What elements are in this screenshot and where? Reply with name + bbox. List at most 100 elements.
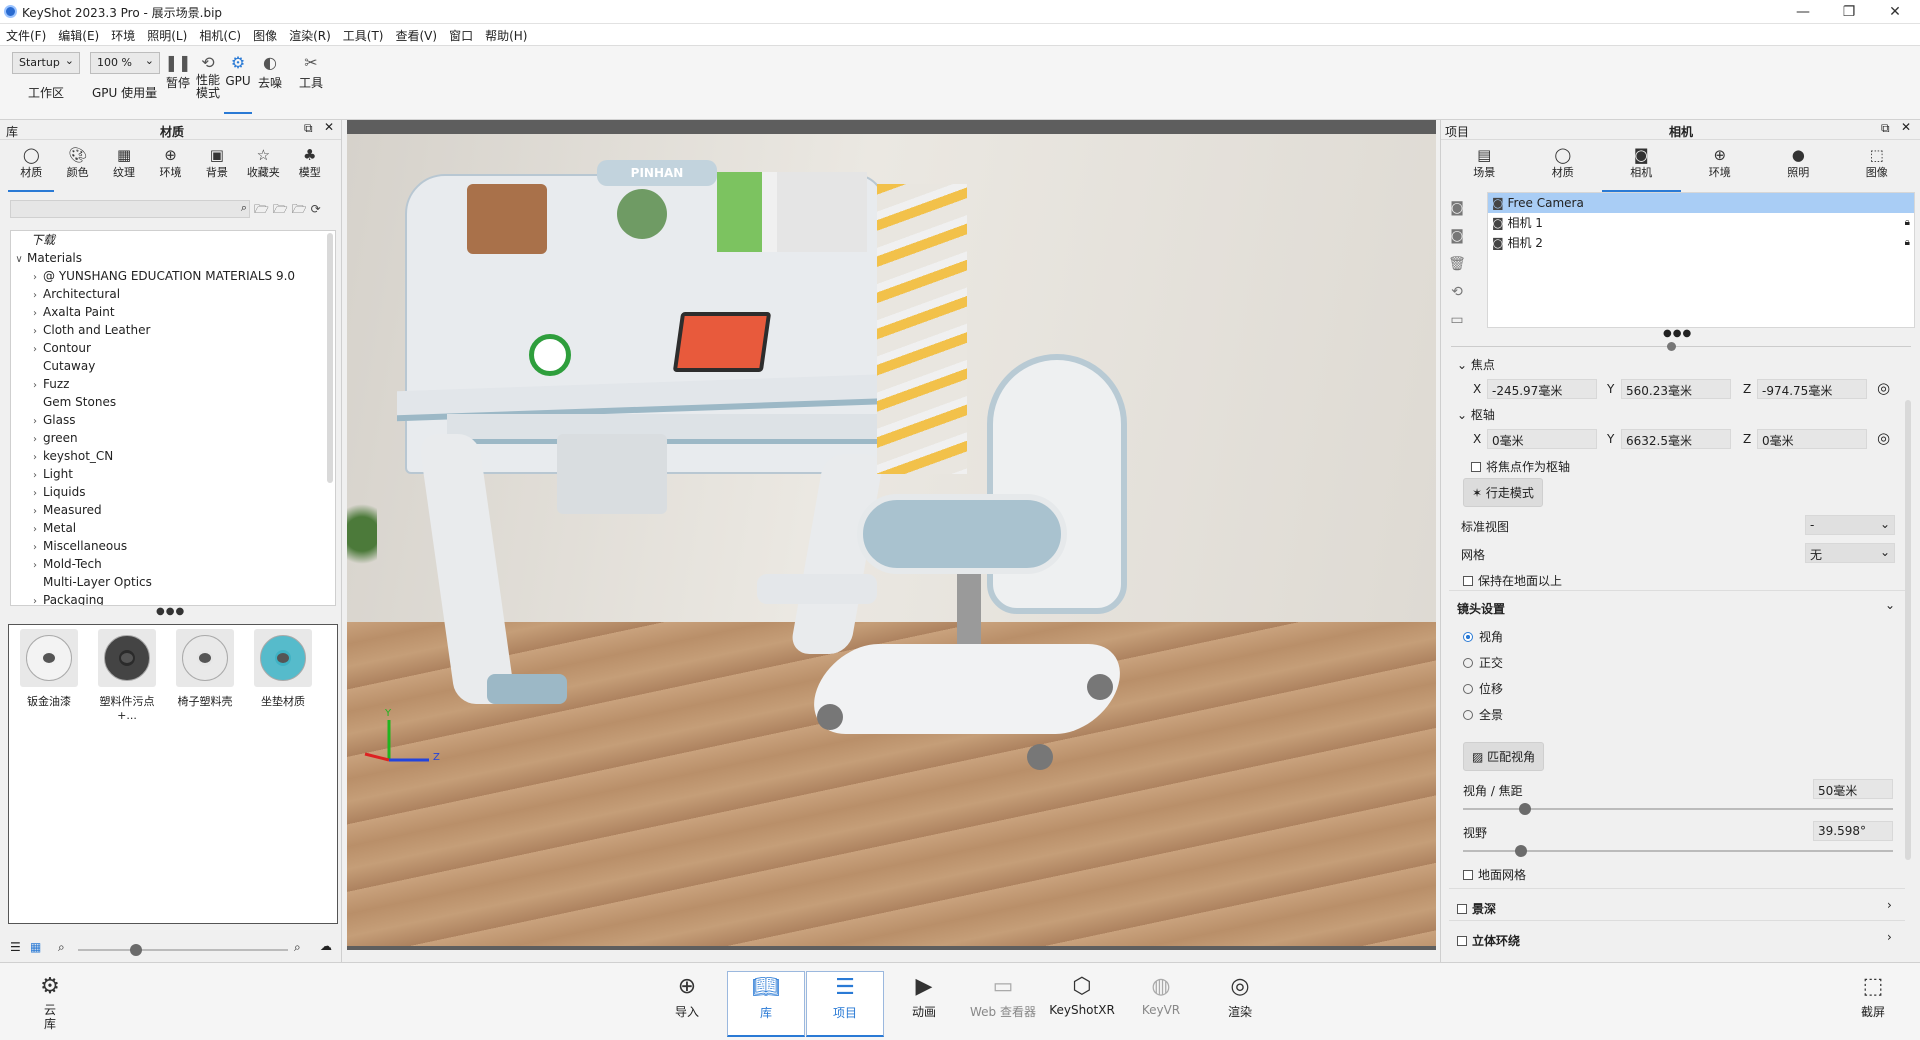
cloud-library-button[interactable]: ⚙ 云库	[12, 971, 88, 1037]
tree-item[interactable]: › @ YUNSHANG EDUCATION MATERIALS 9.0	[27, 267, 335, 285]
tree-item[interactable]: › Measured	[27, 501, 335, 519]
minimize-button[interactable]: —	[1780, 0, 1826, 24]
camera-item[interactable]: ◙ 相机 1 🔒︎	[1488, 213, 1914, 233]
rendered-scene-image[interactable]: PINHAN Y Z	[347, 134, 1436, 946]
tree-item[interactable]: › keyshot_CN	[27, 447, 335, 465]
zoom-out-icon[interactable]: ⌕	[58, 940, 65, 955]
tree-root[interactable]: ∨ Materials	[11, 249, 335, 267]
library-button[interactable]: 📖︎ 库	[727, 971, 805, 1037]
slider-knob[interactable]	[1514, 845, 1527, 857]
lock-icon[interactable]: 🔒︎	[1905, 213, 1910, 233]
tab-backplates[interactable]: ▣ 背景	[194, 144, 240, 192]
settings-scrollbar[interactable]	[1905, 400, 1911, 860]
lens-settings-header[interactable]: 镜头设置	[1457, 600, 1505, 617]
close-button[interactable]: ✕	[1872, 0, 1918, 24]
performance-mode-button[interactable]: ⟲ 性能 模式	[194, 52, 222, 100]
lens-option-radio[interactable]: 正交	[1463, 654, 1503, 680]
close-panel-icon[interactable]: ✕	[1901, 120, 1911, 134]
splitter-handle[interactable]: ●●●	[1663, 328, 1692, 339]
focus-x-input[interactable]: -245.97毫米	[1487, 379, 1597, 399]
camera-item[interactable]: ◙ 相机 2 🔒︎	[1488, 233, 1914, 253]
ground-grid-checkbox[interactable]: 地面网格	[1463, 866, 1526, 883]
tree-item[interactable]: › Light	[27, 465, 335, 483]
project-button[interactable]: ☰ 项目	[806, 971, 884, 1037]
standard-view-select[interactable]: - ⌄	[1805, 515, 1895, 535]
screenshot-button[interactable]: ⬚ 截屏	[1838, 971, 1908, 1037]
lock-icon[interactable]: 🔒︎	[1905, 233, 1910, 253]
splitter-handle[interactable]: ●●●	[156, 606, 185, 617]
save-camera-icon[interactable]: ▭	[1447, 306, 1467, 334]
thumbnail-size-slider[interactable]	[78, 944, 288, 956]
focus-section[interactable]: ⌄ 焦点	[1457, 356, 1495, 373]
use-focus-as-pivot-checkbox[interactable]: 将焦点作为枢轴	[1471, 458, 1570, 475]
list-view-icon[interactable]: ☰	[10, 940, 21, 954]
tree-item[interactable]: › Metal	[27, 519, 335, 537]
workspace-select[interactable]: Startup	[12, 52, 80, 74]
keyvr-button[interactable]: ◍ KeyVR	[1122, 971, 1200, 1037]
tree-item[interactable]: › Mold-Tech	[27, 555, 335, 573]
chevron-down-icon[interactable]: ⌄	[1885, 598, 1895, 612]
duplicate-camera-icon[interactable]: ◙	[1447, 222, 1467, 250]
gpu-button[interactable]: ⚙ GPU	[224, 52, 252, 114]
tree-item[interactable]: › Fuzz	[27, 375, 335, 393]
lens-option-radio[interactable]: 视角	[1463, 628, 1503, 654]
undock-icon[interactable]: ⧉	[304, 121, 313, 136]
focus-z-input[interactable]: -974.75毫米	[1757, 379, 1867, 399]
menu-edit[interactable]: 编辑(E)	[52, 24, 105, 44]
menu-image[interactable]: 图像	[247, 24, 283, 44]
render-button[interactable]: ◎ 渲染	[1201, 971, 1279, 1037]
import-folder-icon[interactable]: 🗁	[273, 202, 292, 216]
import-button[interactable]: ⊕ 导入	[648, 971, 726, 1037]
tab-environment[interactable]: ⊕ 环境	[1681, 144, 1760, 192]
tab-image[interactable]: ⬚ 图像	[1838, 144, 1917, 192]
undock-icon[interactable]: ⧉	[1881, 121, 1890, 136]
tab-camera[interactable]: ◙ 相机	[1602, 144, 1681, 192]
chevron-right-icon[interactable]: ›	[1887, 930, 1892, 944]
pivot-x-input[interactable]: 0毫米	[1487, 429, 1597, 449]
reset-camera-icon[interactable]: ⟲	[1447, 278, 1467, 306]
delete-camera-icon[interactable]: 🗑︎	[1447, 250, 1467, 278]
slider-knob[interactable]	[130, 944, 142, 956]
tab-scene[interactable]: ▤ 场景	[1445, 144, 1524, 192]
export-folder-icon[interactable]: 🗁	[292, 202, 311, 216]
refresh-icon[interactable]: ⟳	[311, 202, 325, 216]
web-viewer-button[interactable]: ▭ Web 查看器	[964, 971, 1042, 1037]
menu-help[interactable]: 帮助(H)	[479, 24, 533, 44]
pivot-section[interactable]: ⌄ 枢轴	[1457, 406, 1495, 423]
menu-tools[interactable]: 工具(T)	[337, 24, 390, 44]
tab-colors[interactable]: 🎨︎ 颜色	[54, 144, 100, 192]
menu-file[interactable]: 文件(F)	[0, 24, 52, 44]
material-thumbnail[interactable]: 坐垫材质	[251, 629, 315, 722]
fov-focal-slider[interactable]	[1463, 803, 1893, 815]
lens-option-radio[interactable]: 位移	[1463, 680, 1503, 706]
upload-cloud-icon[interactable]: ☁	[320, 939, 332, 953]
grid-view-icon[interactable]: ▦	[30, 940, 41, 954]
tree-item[interactable]: › Packaging	[27, 591, 335, 605]
lens-option-radio[interactable]: 全景	[1463, 706, 1503, 732]
tree-item[interactable]: › Architectural	[27, 285, 335, 303]
add-camera-icon[interactable]: ◙	[1447, 194, 1467, 222]
focus-y-input[interactable]: 560.23毫米	[1621, 379, 1731, 399]
tree-item[interactable]: › Glass	[27, 411, 335, 429]
tab-models[interactable]: ♣ 模型	[287, 144, 333, 192]
tree-item[interactable]: › Miscellaneous	[27, 537, 335, 555]
field-of-view-slider[interactable]	[1463, 845, 1893, 857]
depth-of-field-checkbox[interactable]: 景深	[1457, 900, 1496, 917]
keyshotxr-button[interactable]: ⬡ KeyShotXR	[1043, 971, 1121, 1037]
pause-button[interactable]: ❚❚ 暂停	[164, 52, 192, 91]
animation-button[interactable]: ▶ 动画	[885, 971, 963, 1037]
pick-pivot-icon[interactable]: ◎	[1877, 429, 1890, 447]
tree-scrollbar[interactable]	[327, 233, 333, 483]
tree-item[interactable]: › Cloth and Leather	[27, 321, 335, 339]
maximize-button[interactable]: ❐	[1826, 0, 1872, 24]
render-viewport[interactable]: PINHAN Y Z	[347, 120, 1436, 950]
tools-button[interactable]: ✂ 工具	[296, 52, 326, 91]
add-folder-icon[interactable]: 🗁	[254, 202, 273, 216]
gpu-usage-select[interactable]: 100 %	[90, 52, 160, 74]
menu-view[interactable]: 查看(V)	[389, 24, 443, 44]
menu-camera[interactable]: 相机(C)	[193, 24, 247, 44]
tab-lighting[interactable]: ● 照明	[1759, 144, 1838, 192]
tab-material[interactable]: ◯ 材质	[1524, 144, 1603, 192]
tab-favorites[interactable]: ☆ 收藏夹	[240, 144, 286, 192]
match-view-button[interactable]: ▨ 匹配视角	[1463, 742, 1545, 771]
